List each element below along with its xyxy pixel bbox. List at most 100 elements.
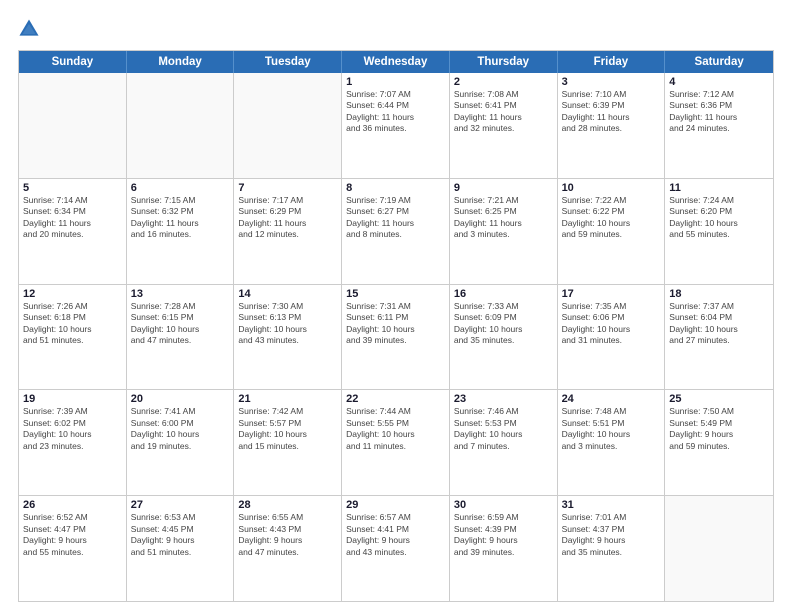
calendar-day-29: 29Sunrise: 6:57 AM Sunset: 4:41 PM Dayli… [342, 496, 450, 601]
day-info: Sunrise: 7:39 AM Sunset: 6:02 PM Dayligh… [23, 406, 122, 452]
day-info: Sunrise: 7:33 AM Sunset: 6:09 PM Dayligh… [454, 301, 553, 347]
day-info: Sunrise: 7:41 AM Sunset: 6:00 PM Dayligh… [131, 406, 230, 452]
calendar-day-4: 4Sunrise: 7:12 AM Sunset: 6:36 PM Daylig… [665, 73, 773, 178]
header-day-sunday: Sunday [19, 51, 127, 73]
day-info: Sunrise: 7:17 AM Sunset: 6:29 PM Dayligh… [238, 195, 337, 241]
calendar-day-21: 21Sunrise: 7:42 AM Sunset: 5:57 PM Dayli… [234, 390, 342, 495]
calendar-day-18: 18Sunrise: 7:37 AM Sunset: 6:04 PM Dayli… [665, 285, 773, 390]
header-day-saturday: Saturday [665, 51, 773, 73]
day-info: Sunrise: 7:35 AM Sunset: 6:06 PM Dayligh… [562, 301, 661, 347]
calendar-day-9: 9Sunrise: 7:21 AM Sunset: 6:25 PM Daylig… [450, 179, 558, 284]
day-info: Sunrise: 6:52 AM Sunset: 4:47 PM Dayligh… [23, 512, 122, 558]
calendar-day-27: 27Sunrise: 6:53 AM Sunset: 4:45 PM Dayli… [127, 496, 235, 601]
header-day-tuesday: Tuesday [234, 51, 342, 73]
calendar-day-24: 24Sunrise: 7:48 AM Sunset: 5:51 PM Dayli… [558, 390, 666, 495]
calendar-empty-cell [127, 73, 235, 178]
day-number: 12 [23, 288, 122, 300]
day-number: 11 [669, 182, 769, 194]
calendar-week-5: 26Sunrise: 6:52 AM Sunset: 4:47 PM Dayli… [19, 496, 773, 601]
day-number: 29 [346, 499, 445, 511]
day-number: 28 [238, 499, 337, 511]
calendar-empty-cell [665, 496, 773, 601]
day-number: 4 [669, 76, 769, 88]
day-info: Sunrise: 7:30 AM Sunset: 6:13 PM Dayligh… [238, 301, 337, 347]
day-number: 23 [454, 393, 553, 405]
calendar-day-22: 22Sunrise: 7:44 AM Sunset: 5:55 PM Dayli… [342, 390, 450, 495]
header-day-wednesday: Wednesday [342, 51, 450, 73]
day-number: 14 [238, 288, 337, 300]
day-info: Sunrise: 7:07 AM Sunset: 6:44 PM Dayligh… [346, 89, 445, 135]
day-number: 1 [346, 76, 445, 88]
day-info: Sunrise: 6:59 AM Sunset: 4:39 PM Dayligh… [454, 512, 553, 558]
day-number: 8 [346, 182, 445, 194]
day-info: Sunrise: 7:19 AM Sunset: 6:27 PM Dayligh… [346, 195, 445, 241]
calendar-empty-cell [19, 73, 127, 178]
day-number: 19 [23, 393, 122, 405]
calendar-day-31: 31Sunrise: 7:01 AM Sunset: 4:37 PM Dayli… [558, 496, 666, 601]
day-info: Sunrise: 7:46 AM Sunset: 5:53 PM Dayligh… [454, 406, 553, 452]
day-info: Sunrise: 7:24 AM Sunset: 6:20 PM Dayligh… [669, 195, 769, 241]
day-number: 7 [238, 182, 337, 194]
calendar-day-19: 19Sunrise: 7:39 AM Sunset: 6:02 PM Dayli… [19, 390, 127, 495]
calendar-day-1: 1Sunrise: 7:07 AM Sunset: 6:44 PM Daylig… [342, 73, 450, 178]
calendar-empty-cell [234, 73, 342, 178]
calendar-day-15: 15Sunrise: 7:31 AM Sunset: 6:11 PM Dayli… [342, 285, 450, 390]
day-number: 17 [562, 288, 661, 300]
logo-icon [18, 18, 40, 40]
day-number: 24 [562, 393, 661, 405]
calendar-day-3: 3Sunrise: 7:10 AM Sunset: 6:39 PM Daylig… [558, 73, 666, 178]
calendar-day-7: 7Sunrise: 7:17 AM Sunset: 6:29 PM Daylig… [234, 179, 342, 284]
day-info: Sunrise: 7:08 AM Sunset: 6:41 PM Dayligh… [454, 89, 553, 135]
day-number: 20 [131, 393, 230, 405]
day-number: 31 [562, 499, 661, 511]
day-number: 6 [131, 182, 230, 194]
day-info: Sunrise: 7:50 AM Sunset: 5:49 PM Dayligh… [669, 406, 769, 452]
calendar-week-1: 1Sunrise: 7:07 AM Sunset: 6:44 PM Daylig… [19, 73, 773, 179]
day-info: Sunrise: 7:26 AM Sunset: 6:18 PM Dayligh… [23, 301, 122, 347]
calendar: SundayMondayTuesdayWednesdayThursdayFrid… [18, 50, 774, 602]
day-info: Sunrise: 7:42 AM Sunset: 5:57 PM Dayligh… [238, 406, 337, 452]
day-number: 2 [454, 76, 553, 88]
day-info: Sunrise: 6:55 AM Sunset: 4:43 PM Dayligh… [238, 512, 337, 558]
header-day-monday: Monday [127, 51, 235, 73]
header-day-friday: Friday [558, 51, 666, 73]
calendar-day-30: 30Sunrise: 6:59 AM Sunset: 4:39 PM Dayli… [450, 496, 558, 601]
calendar-day-10: 10Sunrise: 7:22 AM Sunset: 6:22 PM Dayli… [558, 179, 666, 284]
calendar-day-25: 25Sunrise: 7:50 AM Sunset: 5:49 PM Dayli… [665, 390, 773, 495]
logo [18, 18, 44, 40]
calendar-header-row: SundayMondayTuesdayWednesdayThursdayFrid… [19, 51, 773, 73]
day-number: 21 [238, 393, 337, 405]
calendar-day-6: 6Sunrise: 7:15 AM Sunset: 6:32 PM Daylig… [127, 179, 235, 284]
header [18, 18, 774, 40]
calendar-day-8: 8Sunrise: 7:19 AM Sunset: 6:27 PM Daylig… [342, 179, 450, 284]
day-number: 9 [454, 182, 553, 194]
day-info: Sunrise: 7:14 AM Sunset: 6:34 PM Dayligh… [23, 195, 122, 241]
day-info: Sunrise: 7:01 AM Sunset: 4:37 PM Dayligh… [562, 512, 661, 558]
day-number: 26 [23, 499, 122, 511]
calendar-day-17: 17Sunrise: 7:35 AM Sunset: 6:06 PM Dayli… [558, 285, 666, 390]
day-number: 5 [23, 182, 122, 194]
calendar-week-4: 19Sunrise: 7:39 AM Sunset: 6:02 PM Dayli… [19, 390, 773, 496]
calendar-day-14: 14Sunrise: 7:30 AM Sunset: 6:13 PM Dayli… [234, 285, 342, 390]
day-number: 3 [562, 76, 661, 88]
calendar-body: 1Sunrise: 7:07 AM Sunset: 6:44 PM Daylig… [19, 73, 773, 601]
day-info: Sunrise: 7:37 AM Sunset: 6:04 PM Dayligh… [669, 301, 769, 347]
day-info: Sunrise: 7:12 AM Sunset: 6:36 PM Dayligh… [669, 89, 769, 135]
calendar-day-5: 5Sunrise: 7:14 AM Sunset: 6:34 PM Daylig… [19, 179, 127, 284]
calendar-day-12: 12Sunrise: 7:26 AM Sunset: 6:18 PM Dayli… [19, 285, 127, 390]
header-day-thursday: Thursday [450, 51, 558, 73]
calendar-week-2: 5Sunrise: 7:14 AM Sunset: 6:34 PM Daylig… [19, 179, 773, 285]
day-number: 22 [346, 393, 445, 405]
calendar-day-26: 26Sunrise: 6:52 AM Sunset: 4:47 PM Dayli… [19, 496, 127, 601]
calendar-week-3: 12Sunrise: 7:26 AM Sunset: 6:18 PM Dayli… [19, 285, 773, 391]
day-info: Sunrise: 7:15 AM Sunset: 6:32 PM Dayligh… [131, 195, 230, 241]
calendar-day-28: 28Sunrise: 6:55 AM Sunset: 4:43 PM Dayli… [234, 496, 342, 601]
day-info: Sunrise: 7:22 AM Sunset: 6:22 PM Dayligh… [562, 195, 661, 241]
day-info: Sunrise: 7:21 AM Sunset: 6:25 PM Dayligh… [454, 195, 553, 241]
calendar-day-2: 2Sunrise: 7:08 AM Sunset: 6:41 PM Daylig… [450, 73, 558, 178]
day-info: Sunrise: 7:48 AM Sunset: 5:51 PM Dayligh… [562, 406, 661, 452]
day-number: 18 [669, 288, 769, 300]
day-number: 13 [131, 288, 230, 300]
calendar-day-13: 13Sunrise: 7:28 AM Sunset: 6:15 PM Dayli… [127, 285, 235, 390]
day-info: Sunrise: 6:57 AM Sunset: 4:41 PM Dayligh… [346, 512, 445, 558]
